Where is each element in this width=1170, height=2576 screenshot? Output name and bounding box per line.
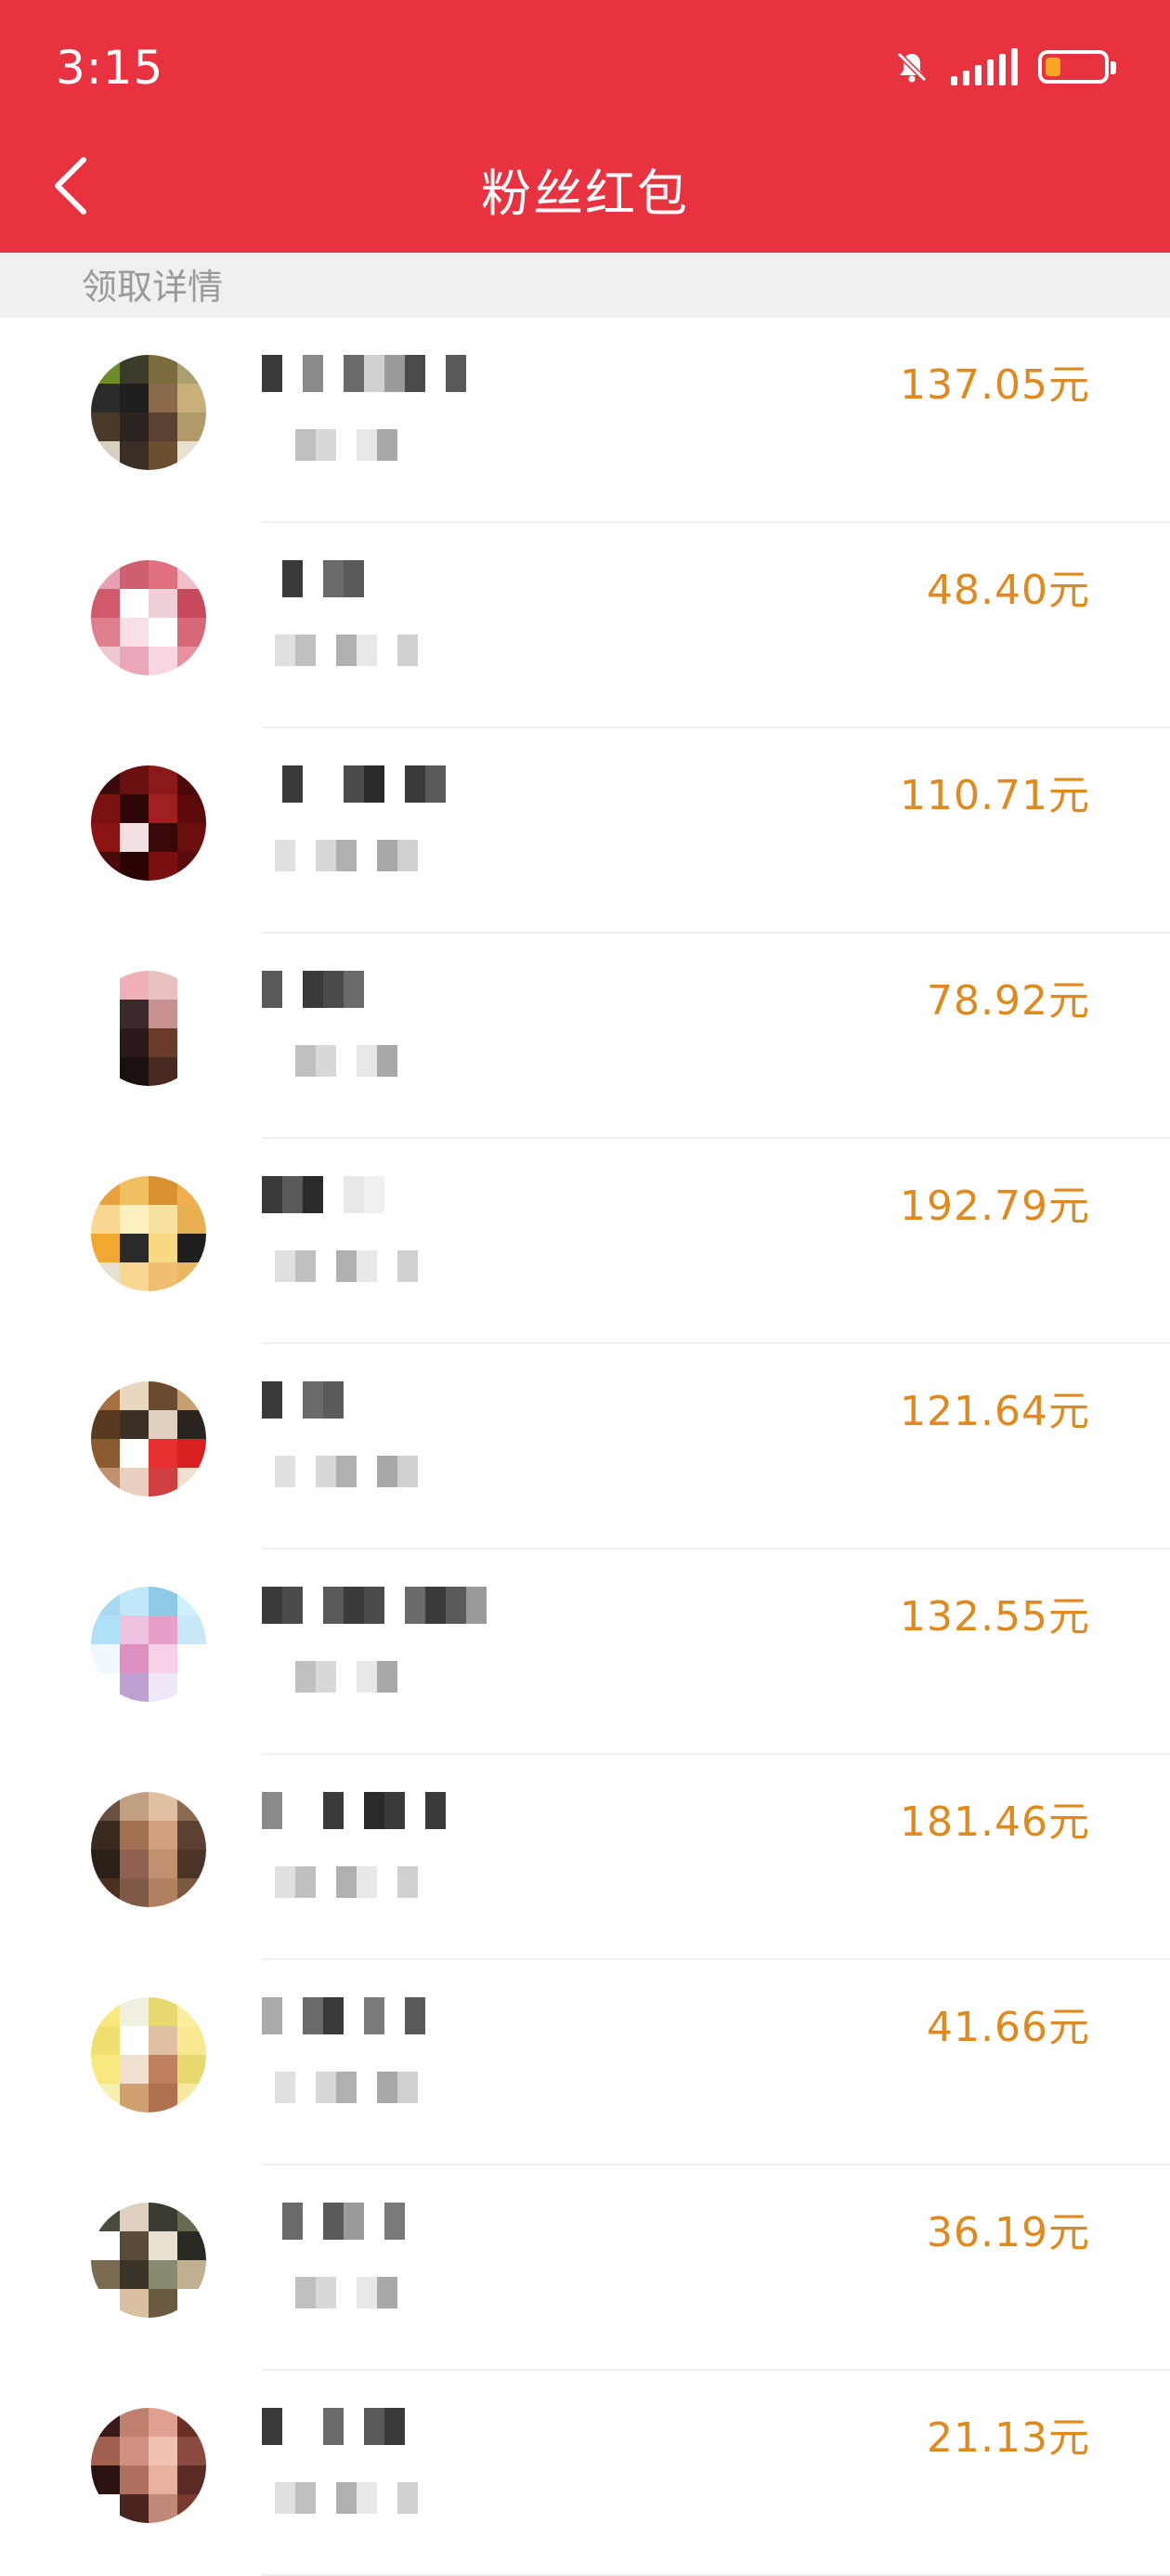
recipient-row[interactable]: 36.19元 [0,2165,1170,2371]
avatar [91,1587,206,1702]
blurred-subtext [275,429,418,461]
blurred-username [262,765,446,803]
recipient-row[interactable]: 181.46元 [0,1755,1170,1960]
blurred-subtext [275,634,418,666]
blurred-username [262,1997,425,2034]
blurred-subtext [275,1045,418,1077]
avatar [91,971,206,1086]
recipient-row[interactable]: 137.05元 [0,318,1170,523]
amount-label: 21.13元 [927,2414,1090,2462]
status-icons [893,46,1116,87]
recipient-row[interactable]: 48.40元 [0,523,1170,728]
amount-label: 132.55元 [900,1593,1090,1641]
signal-icon [951,48,1018,85]
recipient-row[interactable]: 132.55元 [0,1550,1170,1755]
battery-icon [1038,50,1116,84]
mute-bell-icon [896,51,928,83]
blurred-username [262,1176,384,1213]
blurred-username [262,2408,405,2445]
recipient-row[interactable]: 121.64元 [0,1344,1170,1550]
recipient-row[interactable]: 110.71元 [0,728,1170,934]
recipient-row[interactable]: 78.92元 [0,934,1170,1139]
blurred-username [262,1792,446,1829]
blurred-subtext [275,840,418,871]
blurred-subtext [275,1661,418,1693]
amount-label: 36.19元 [927,2209,1090,2256]
blurred-username [262,1381,344,1419]
amount-label: 78.92元 [927,977,1090,1025]
amount-label: 41.66元 [927,2004,1090,2051]
amount-label: 181.46元 [900,1798,1090,1846]
avatar [91,355,206,470]
avatar [91,1997,206,2112]
avatar [91,560,206,675]
blurred-username [262,560,364,597]
amount-label: 192.79元 [900,1183,1090,1230]
recipient-row[interactable]: 192.79元 [0,1139,1170,1344]
amount-label: 48.40元 [927,567,1090,614]
amount-label: 110.71元 [900,772,1090,819]
blurred-subtext [275,1456,418,1487]
recipient-row[interactable]: 41.66元 [0,1960,1170,2165]
blurred-subtext [275,2277,418,2308]
amount-label: 137.05元 [900,361,1090,409]
blurred-username [262,1587,487,1624]
avatar [91,2203,206,2318]
status-time: 3:15 [56,41,164,95]
avatar [91,1792,206,1907]
avatar [91,1176,206,1291]
recipient-row[interactable]: 21.13元 [0,2371,1170,2576]
avatar [91,2408,206,2523]
amount-label: 121.64元 [900,1388,1090,1435]
avatar [91,1381,206,1497]
section-label: 领取详情 [82,267,224,307]
recipient-list: 137.05元 48.40元 110.71元 78.92元 192.79元 121.64元… [0,318,1170,2576]
app-header: 3:15 粉丝红包 [0,0,1170,253]
page-title: 粉丝红包 [481,164,689,223]
section-header: 领取详情 [0,253,1170,318]
blurred-username [262,2203,405,2240]
blurred-subtext [275,2482,418,2514]
blurred-subtext [275,1866,418,1898]
blurred-subtext [275,1250,418,1282]
blurred-username [262,355,466,392]
blurred-username [262,971,364,1008]
blurred-subtext [275,2072,418,2103]
avatar [91,765,206,881]
